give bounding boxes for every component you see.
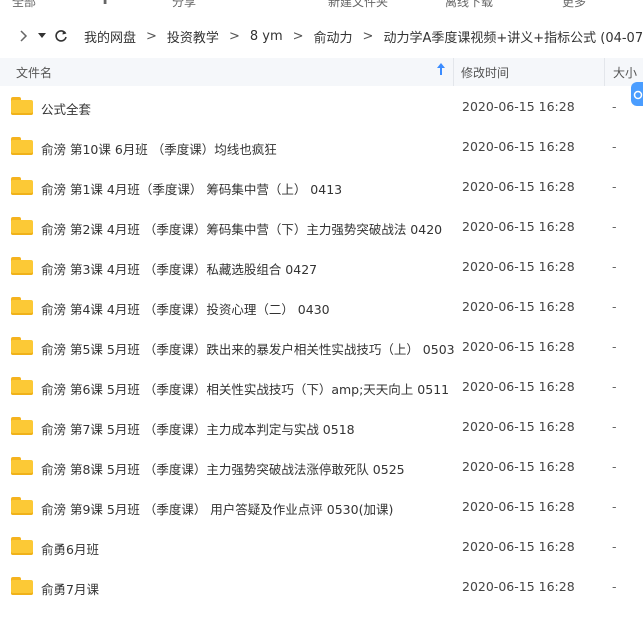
file-name[interactable]: 俞滂 第5课 5月班 （季度课）跌出来的暴发户相关性实战技巧（上） 0503 <box>41 339 455 358</box>
file-size: - <box>612 459 617 474</box>
file-row[interactable]: 公式全套 2020-06-15 16:28 - <box>0 87 643 127</box>
toolbar-fragment: 新建文件夹 <box>328 0 389 8</box>
file-modified: 2020-06-15 16:28 <box>462 339 575 354</box>
breadcrumb-item[interactable]: 8 ym <box>250 29 283 44</box>
breadcrumb-item[interactable]: 我的网盘 <box>84 27 136 46</box>
file-row[interactable]: 俞勇6月班 2020-06-15 16:28 - <box>0 527 643 567</box>
file-row[interactable]: 俞滂 第10课 6月班 （季度课）均线也疯狂 2020-06-15 16:28 … <box>0 127 643 167</box>
caret-down-icon[interactable] <box>38 33 46 39</box>
folder-icon <box>11 537 33 555</box>
file-row[interactable]: 俞滂 第5课 5月班 （季度课）跌出来的暴发户相关性实战技巧（上） 0503 2… <box>0 327 643 367</box>
back-chevron-icon[interactable] <box>18 29 28 43</box>
folder-icon <box>11 497 33 515</box>
toolbar-fragment: 全部 <box>12 0 37 8</box>
file-row[interactable]: 俞滂 第1课 4月班（季度课） 筹码集中营（上） 0413 2020-06-15… <box>0 167 643 207</box>
file-name[interactable]: 俞勇7月课 <box>41 579 99 598</box>
breadcrumb-item[interactable]: 投资教学 <box>167 27 219 46</box>
folder-icon <box>11 417 33 435</box>
breadcrumb-item-current[interactable]: 动力学A季度课视频+讲义+指标公式 (04-07) <box>383 27 643 46</box>
breadcrumb-separator: > <box>292 28 304 44</box>
file-name[interactable]: 俞滂 第3课 4月班 （季度课）私藏选股组合 0427 <box>41 259 317 278</box>
breadcrumb-item[interactable]: 俞动力 <box>314 27 353 46</box>
folder-icon <box>11 577 33 595</box>
breadcrumb-separator: > <box>362 28 374 44</box>
file-row[interactable]: 俞滂 第7课 5月班 （季度课）主力成本判定与实战 0518 2020-06-1… <box>0 407 643 447</box>
file-modified: 2020-06-15 16:28 <box>462 539 575 554</box>
folder-icon <box>11 177 33 195</box>
file-modified: 2020-06-15 16:28 <box>462 459 575 474</box>
file-size: - <box>612 499 617 514</box>
address-bar: 我的网盘 > 投资教学 > 8 ym > 俞动力 > 动力学A季度课视频+讲义+… <box>0 20 643 52</box>
file-row[interactable]: 俞滂 第3课 4月班 （季度课）私藏选股组合 0427 2020-06-15 1… <box>0 247 643 287</box>
toolbar-fragment: 更多 <box>562 0 587 8</box>
file-modified: 2020-06-15 16:28 <box>462 219 575 234</box>
file-list-header: 文件名 修改时间 大小 <box>0 58 643 86</box>
file-size: - <box>612 339 617 354</box>
file-size: - <box>612 219 617 234</box>
file-name[interactable]: 公式全套 <box>41 99 91 118</box>
file-row[interactable]: 俞勇7月课 2020-06-15 16:28 - <box>0 567 643 607</box>
folder-icon <box>11 97 33 115</box>
file-size: - <box>612 179 617 194</box>
toolbar-fragment: ⬆ <box>100 0 111 7</box>
file-modified: 2020-06-15 16:28 <box>462 419 575 434</box>
file-modified: 2020-06-15 16:28 <box>462 379 575 394</box>
folder-icon <box>11 297 33 315</box>
file-row[interactable]: 俞滂 第4课 4月班 （季度课）投资心理（二） 0430 2020-06-15 … <box>0 287 643 327</box>
column-header-name[interactable]: 文件名 <box>16 64 52 81</box>
file-name[interactable]: 俞滂 第9课 5月班 （季度课） 用户答疑及作业点评 0530(加课) <box>41 499 393 518</box>
file-modified: 2020-06-15 16:28 <box>462 99 575 114</box>
file-name[interactable]: 俞滂 第8课 5月班 （季度课）主力强势突破战法涨停敢死队 0525 <box>41 459 405 478</box>
column-header-size[interactable]: 大小 <box>613 64 637 81</box>
sort-ascending-icon[interactable] <box>436 62 446 79</box>
folder-icon <box>11 337 33 355</box>
folder-icon <box>11 377 33 395</box>
file-name[interactable]: 俞滂 第10课 6月班 （季度课）均线也疯狂 <box>41 139 277 158</box>
column-header-modified[interactable]: 修改时间 <box>461 64 509 81</box>
file-name[interactable]: 俞滂 第6课 5月班 （季度课）相关性实战技巧（下）amp;天天向上 0511 <box>41 379 449 398</box>
breadcrumb-separator: > <box>228 28 240 44</box>
file-size: - <box>612 539 617 554</box>
file-row[interactable]: 俞滂 第9课 5月班 （季度课） 用户答疑及作业点评 0530(加课) 2020… <box>0 487 643 527</box>
folder-icon <box>11 257 33 275</box>
file-size: - <box>612 419 617 434</box>
folder-icon <box>11 217 33 235</box>
column-divider[interactable] <box>604 58 605 86</box>
file-size: - <box>612 99 617 114</box>
folder-icon <box>11 137 33 155</box>
file-modified: 2020-06-15 16:28 <box>462 299 575 314</box>
toolbar-fragment: 分享 <box>172 0 197 8</box>
top-toolbar-cropped: 全部 ⬆ 分享 新建文件夹 离线下载 更多 <box>0 0 643 8</box>
file-row[interactable]: 俞滂 第2课 4月班 （季度课）筹码集中营（下）主力强势突破战法 0420 20… <box>0 207 643 247</box>
file-modified: 2020-06-15 16:28 <box>462 499 575 514</box>
file-size: - <box>612 299 617 314</box>
file-row[interactable]: 俞滂 第6课 5月班 （季度课）相关性实战技巧（下）amp;天天向上 0511 … <box>0 367 643 407</box>
breadcrumb-separator: > <box>146 28 157 44</box>
file-modified: 2020-06-15 16:28 <box>462 259 575 274</box>
file-row[interactable]: 俞滂 第8课 5月班 （季度课）主力强势突破战法涨停敢死队 0525 2020-… <box>0 447 643 487</box>
toolbar-fragment: 离线下载 <box>445 0 494 8</box>
file-name[interactable]: 俞勇6月班 <box>41 539 99 558</box>
file-name[interactable]: 俞滂 第7课 5月班 （季度课）主力成本判定与实战 0518 <box>41 419 355 438</box>
file-size: - <box>612 379 617 394</box>
file-size: - <box>612 139 617 154</box>
file-size: - <box>612 579 617 594</box>
folder-icon <box>11 457 33 475</box>
file-modified: 2020-06-15 16:28 <box>462 139 575 154</box>
file-name[interactable]: 俞滂 第2课 4月班 （季度课）筹码集中营（下）主力强势突破战法 0420 <box>41 219 442 238</box>
file-name[interactable]: 俞滂 第1课 4月班（季度课） 筹码集中营（上） 0413 <box>41 179 342 198</box>
file-modified: 2020-06-15 16:28 <box>462 579 575 594</box>
file-size: - <box>612 259 617 274</box>
refresh-icon[interactable] <box>54 29 68 43</box>
file-name[interactable]: 俞滂 第4课 4月班 （季度课）投资心理（二） 0430 <box>41 299 330 318</box>
column-divider[interactable] <box>453 58 454 86</box>
file-modified: 2020-06-15 16:28 <box>462 179 575 194</box>
